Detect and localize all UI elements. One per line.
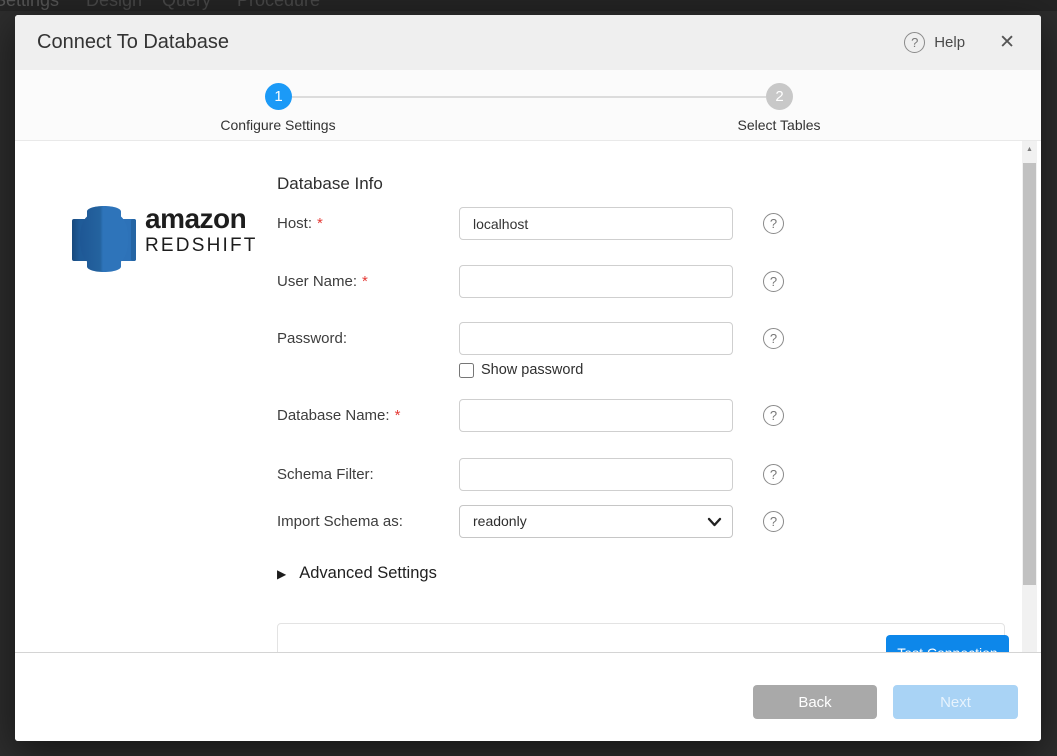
show-password-checkbox-row[interactable]: Show password — [459, 362, 583, 378]
password-input[interactable] — [459, 322, 733, 355]
vertical-scrollbar[interactable]: ▲ ▼ — [1022, 141, 1037, 665]
database-name-help-icon[interactable]: ? — [763, 405, 784, 426]
required-asterisk: * — [362, 273, 368, 290]
import-schema-row: Import Schema as: readonly ? — [277, 505, 817, 538]
dialog-content: amazon REDSHIFT Database Info Host: * ? U… — [15, 141, 1041, 652]
schema-filter-input[interactable] — [459, 458, 733, 491]
import-schema-selected-value: readonly — [473, 506, 527, 537]
database-name-label: Database Name: — [277, 407, 390, 424]
close-icon[interactable]: ✕ — [995, 29, 1019, 56]
help-button[interactable]: ? Help — [904, 32, 965, 53]
section-title: Database Info — [277, 174, 383, 194]
advanced-settings-label: Advanced Settings — [299, 564, 437, 583]
next-button[interactable]: Next — [893, 685, 1018, 719]
advanced-settings-toggle[interactable]: ▶ Advanced Settings — [277, 564, 437, 583]
required-asterisk: * — [395, 407, 401, 424]
redshift-database-icon — [68, 200, 140, 278]
password-help-icon[interactable]: ? — [763, 328, 784, 349]
host-label: Host: — [277, 215, 312, 232]
password-label: Password: — [277, 330, 347, 347]
import-schema-select[interactable]: readonly — [459, 505, 733, 538]
logo-brand-text: amazon — [145, 204, 258, 234]
dialog-header: Connect To Database ? Help ✕ — [15, 15, 1041, 70]
schema-filter-label: Schema Filter: — [277, 466, 374, 483]
database-name-row: Database Name: * ? — [277, 399, 817, 432]
connect-to-database-dialog: Connect To Database ? Help ✕ 1 2 Configu… — [15, 15, 1041, 741]
test-connection-panel: Test Connection — [277, 623, 1005, 652]
menu-item-query: Query — [162, 0, 211, 11]
app-menubar: Settings Design Query Procedure — [0, 0, 1057, 11]
menu-item-procedure: Procedure — [237, 0, 320, 11]
help-question-icon: ? — [904, 32, 925, 53]
chevron-down-icon — [707, 515, 722, 529]
import-schema-label: Import Schema as: — [277, 513, 403, 530]
help-label: Help — [934, 34, 965, 51]
scroll-up-icon[interactable]: ▲ — [1022, 143, 1037, 157]
dialog-footer: Back Next — [15, 652, 1041, 741]
test-connection-button[interactable]: Test Connection — [886, 635, 1009, 652]
logo-product-text: REDSHIFT — [145, 234, 258, 258]
database-name-input[interactable] — [459, 399, 733, 432]
password-row: Password: ? — [277, 322, 817, 355]
host-help-icon[interactable]: ? — [763, 213, 784, 234]
import-schema-help-icon[interactable]: ? — [763, 511, 784, 532]
back-button[interactable]: Back — [753, 685, 877, 719]
step-2-circle: 2 — [766, 83, 793, 110]
username-label: User Name: — [277, 273, 357, 290]
step-1-circle: 1 — [265, 83, 292, 110]
host-row: Host: * ? — [277, 207, 817, 240]
username-help-icon[interactable]: ? — [763, 271, 784, 292]
username-row: User Name: * ? — [277, 265, 817, 298]
host-input[interactable] — [459, 207, 733, 240]
menu-item-design: Design — [86, 0, 142, 11]
schema-filter-row: Schema Filter: ? — [277, 458, 817, 491]
scrollbar-thumb[interactable] — [1023, 163, 1036, 585]
menu-item-settings: Settings — [0, 0, 59, 11]
step-2-label: Select Tables — [669, 117, 889, 133]
step-1-label: Configure Settings — [168, 117, 388, 133]
show-password-label: Show password — [481, 362, 583, 378]
dialog-title: Connect To Database — [37, 31, 904, 54]
show-password-checkbox[interactable] — [459, 363, 474, 378]
wizard-stepper: 1 2 Configure Settings Select Tables — [15, 70, 1041, 141]
stepper-connector-line — [292, 96, 766, 98]
required-asterisk: * — [317, 215, 323, 232]
expand-arrow-icon: ▶ — [277, 567, 286, 581]
schema-filter-help-icon[interactable]: ? — [763, 464, 784, 485]
username-input[interactable] — [459, 265, 733, 298]
